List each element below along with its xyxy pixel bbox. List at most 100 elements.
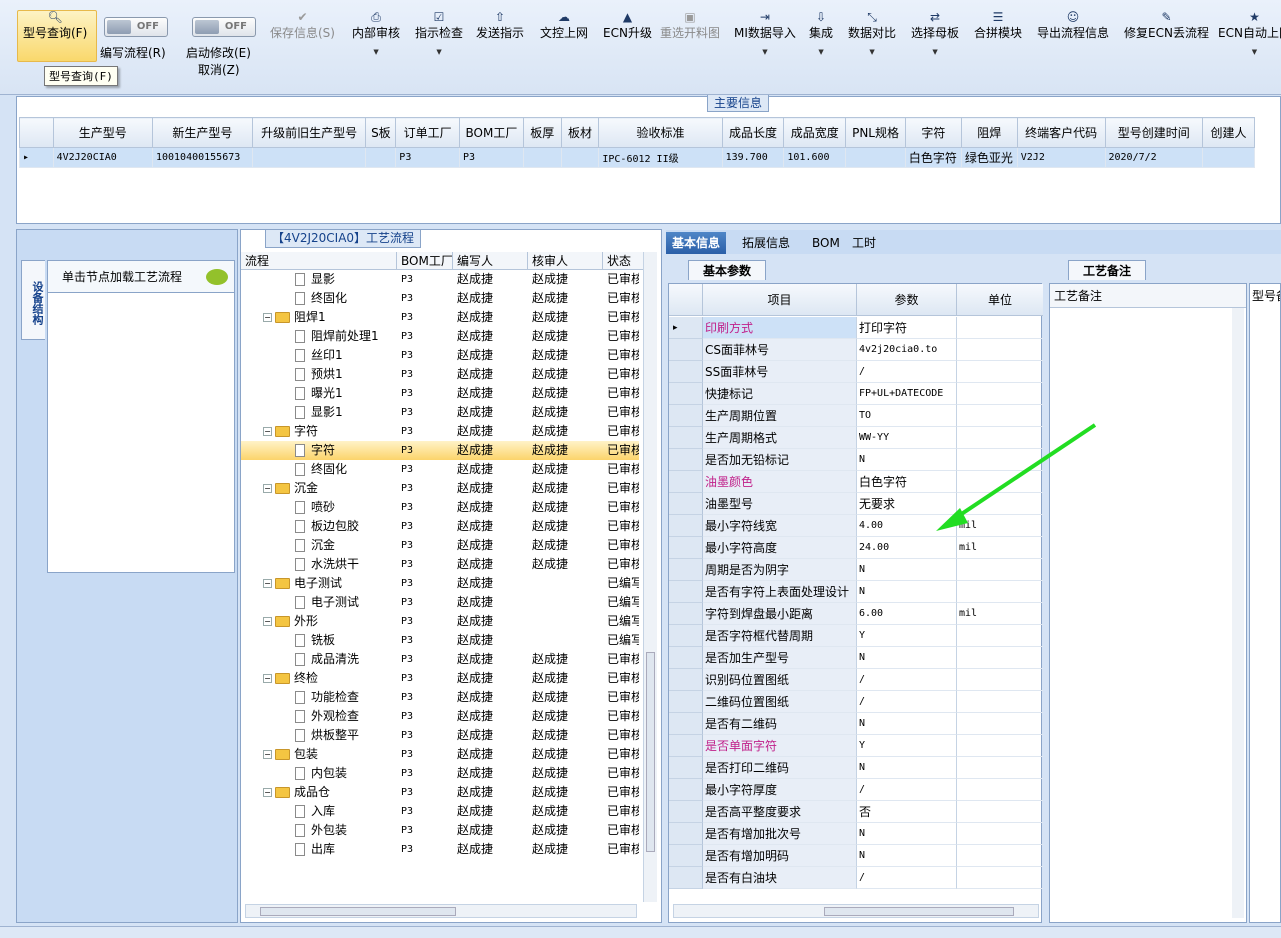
column-header[interactable]: BOM工厂 — [459, 117, 524, 148]
flow-tree-item[interactable]: − 包装 P3 赵成捷 赵成捷 已审核 — [241, 745, 639, 764]
column-header[interactable]: 板厚 — [522, 117, 562, 148]
tab-process-notes[interactable]: 工艺备注 — [1068, 260, 1147, 280]
param-row[interactable]: 最小字符厚度 / — [669, 779, 1043, 801]
flow-tree[interactable]: 显影 P3 赵成捷 赵成捷 已审核 终固化 P3 赵成捷 赵成捷 已审核 − 阻焊1 P3 赵成捷 赵成捷已… — [241, 270, 639, 902]
column-header[interactable]: 型号创建时间 — [1104, 117, 1204, 148]
write-flow-toggle[interactable]: OFF — [104, 17, 168, 37]
flow-tree-item[interactable]: 内包装 P3 赵成捷 赵成捷 已审核 — [241, 764, 639, 783]
column-header[interactable]: S板 — [365, 117, 397, 148]
table-cell[interactable] — [251, 147, 367, 168]
table-row[interactable]: ▸ 4V2J20CIA0 10010400155673 P3 P3 IPC-6012 II… — [19, 147, 1255, 168]
flow-hscroll[interactable] — [245, 904, 637, 918]
param-row[interactable]: 字符到焊盘最小距离 6.00 mil — [669, 603, 1043, 625]
save-button[interactable]: ✔ 保存信息(S) — [270, 10, 335, 42]
param-rows[interactable]: ▸ 印刷方式 打印字符 CS面菲林号 4v2j20cia0.to SS面菲林号 / 快捷标记 F… — [669, 317, 1043, 889]
data-compare-button[interactable]: ⤡ 数据对比 ▼ — [848, 10, 896, 56]
flow-tree-item[interactable]: − 沉金 P3 赵成捷 赵成捷 已审核 — [241, 479, 639, 498]
column-header[interactable]: 终端客户代码 — [1016, 117, 1106, 148]
flow-tree-item[interactable]: 烘板整平 P3 赵成捷 赵成捷 已审核 — [241, 726, 639, 745]
table-cell[interactable]: 4V2J20CIA0 — [52, 147, 153, 168]
flow-tree-item[interactable]: 外包装 P3 赵成捷 赵成捷 已审核 — [241, 821, 639, 840]
cancel-button[interactable]: 取消(Z) — [198, 61, 240, 78]
equipment-tree[interactable]: 单击节点加载工艺流程 — [47, 260, 235, 573]
column-header[interactable]: 生产型号 — [52, 117, 153, 148]
param-row[interactable]: 是否有增加明码 N — [669, 845, 1043, 867]
table-cell[interactable]: 绿色亚光 — [960, 147, 1018, 168]
column-header[interactable]: 升级前旧生产型号 — [251, 117, 367, 148]
tab-basic-info[interactable]: 基本信息 — [666, 232, 727, 254]
param-row[interactable]: CS面菲林号 4v2j20cia0.to — [669, 339, 1043, 361]
flow-tree-item[interactable]: 丝印1 P3 赵成捷 赵成捷 已审核 — [241, 346, 639, 365]
start-modify-toggle[interactable]: OFF — [192, 17, 256, 37]
tab-basic-params[interactable]: 基本参数 — [688, 260, 767, 280]
param-row[interactable]: 快捷标记 FP+UL+DATECODE — [669, 383, 1043, 405]
param-row[interactable]: 是否打印二维码 N — [669, 757, 1043, 779]
flow-tree-item[interactable]: 喷砂 P3 赵成捷 赵成捷 已审核 — [241, 498, 639, 517]
param-row[interactable]: 是否高平整度要求否 — [669, 801, 1043, 823]
column-header[interactable]: PNL规格 — [845, 117, 906, 148]
flow-tree-item[interactable]: 字符 P3 赵成捷 赵成捷 已审核 — [241, 441, 639, 460]
flow-tree-item[interactable]: 曝光1 P3 赵成捷 赵成捷 已审核 — [241, 384, 639, 403]
flow-tree-item[interactable]: 铣板 P3 赵成捷 已编写 — [241, 631, 639, 650]
column-header[interactable]: 新生产型号 — [151, 117, 253, 148]
table-cell[interactable]: P3 — [459, 147, 524, 168]
flow-tree-item[interactable]: 沉金 P3 赵成捷 赵成捷 已审核 — [241, 536, 639, 555]
param-row[interactable]: SS面菲林号 / — [669, 361, 1043, 383]
flow-tree-item[interactable]: 电子测试 P3 赵成捷 已编写 — [241, 593, 639, 612]
flow-tree-item[interactable]: 预烘1 P3 赵成捷 赵成捷 已审核 — [241, 365, 639, 384]
param-row[interactable]: 是否有白油块 / — [669, 867, 1043, 889]
start-modify-label[interactable]: 启动修改(E) — [186, 44, 251, 61]
flow-column-header[interactable]: 流程 — [241, 252, 397, 269]
flow-tree-item[interactable]: 外观检查 P3 赵成捷 赵成捷 已审核 — [241, 707, 639, 726]
flow-column-header[interactable]: 编写人 — [453, 252, 528, 269]
mi-import-button[interactable]: ⇥ MI数据导入 ▼ — [734, 10, 796, 56]
param-row[interactable]: ▸ 印刷方式 打印字符 — [669, 317, 1043, 339]
flow-tree-item[interactable]: 终固化 P3 赵成捷 赵成捷 已审核 — [241, 289, 639, 308]
ecn-upgrade-button[interactable]: ▲ ECN升级 — [603, 10, 652, 42]
select-mother-button[interactable]: ⇄ 选择母板 ▼ — [911, 10, 959, 56]
flow-tree-item[interactable]: 显影1 P3 赵成捷 赵成捷 已审核 — [241, 403, 639, 422]
table-cell[interactable] — [1202, 147, 1255, 168]
tab-bom[interactable]: BOM — [806, 232, 846, 254]
fix-ecn-button[interactable]: ✎ 修复ECN丢流程 — [1124, 10, 1209, 42]
param-row[interactable]: 是否单面字符 Y — [669, 735, 1043, 757]
flow-tree-item[interactable]: − 终检 P3 赵成捷 赵成捷 已审核 — [241, 669, 639, 688]
table-cell[interactable]: 10010400155673 — [151, 147, 253, 168]
reselect-cut-button[interactable]: ▣ 重选开料图 — [660, 10, 720, 42]
query-button[interactable]: 🔍︎ 型号查询(F) — [23, 10, 87, 42]
table-cell[interactable]: 101.600 — [783, 147, 847, 168]
flow-tree-item[interactable]: − 阻焊1 P3 赵成捷 赵成捷 已审核 — [241, 308, 639, 327]
table-cell[interactable]: 139.700 — [721, 147, 785, 168]
table-cell[interactable] — [522, 147, 562, 168]
param-row[interactable]: 二维码位置图纸 / — [669, 691, 1043, 713]
table-cell[interactable]: V2J2 — [1016, 147, 1106, 168]
table-cell[interactable] — [365, 147, 397, 168]
column-header[interactable]: 阻焊 — [960, 117, 1018, 148]
flow-tree-item[interactable]: 功能检查 P3 赵成捷 赵成捷 已审核 — [241, 688, 639, 707]
flow-tree-item[interactable]: 阻焊前处理1 P3 赵成捷 赵成捷 已审核 — [241, 327, 639, 346]
column-header[interactable]: 验收标准 — [598, 117, 723, 148]
export-flow-button[interactable]: ☺ 导出流程信息 — [1037, 10, 1109, 42]
instruct-check-button[interactable]: ☑ 指示检查 ▼ — [415, 10, 463, 56]
column-header[interactable]: 订单工厂 — [395, 117, 461, 148]
table-cell[interactable] — [845, 147, 906, 168]
flow-tree-item[interactable]: − 字符 P3 赵成捷 赵成捷 已审核 — [241, 422, 639, 441]
param-row[interactable]: 周期是否为阴字 N — [669, 559, 1043, 581]
flow-column-header[interactable]: 核审人 — [528, 252, 603, 269]
flow-tree-item[interactable]: − 外形 P3 赵成捷 已编写 — [241, 612, 639, 631]
flow-tree-item[interactable]: 入库 P3 赵成捷 赵成捷 已审核 — [241, 802, 639, 821]
write-flow-label[interactable]: 编写流程(R) — [100, 44, 166, 61]
equipment-tab[interactable]: 设备结构 — [21, 260, 45, 340]
param-row[interactable]: 是否有二维码 N — [669, 713, 1043, 735]
param-row[interactable]: 最小字符高度 24.00 mil — [669, 537, 1043, 559]
column-header[interactable]: 创建人 — [1202, 117, 1255, 148]
flow-tree-item[interactable]: − 成品仓 P3 赵成捷 赵成捷 已审核 — [241, 783, 639, 802]
param-row[interactable]: 是否有字符上表面处理设计 N — [669, 581, 1043, 603]
table-cell[interactable]: P3 — [395, 147, 461, 168]
table-cell[interactable]: IPC-6012 II级 — [598, 147, 723, 168]
flow-column-header[interactable]: BOM工厂 — [397, 252, 453, 269]
flow-tree-item[interactable]: 显影 P3 赵成捷 赵成捷 已审核 — [241, 270, 639, 289]
table-cell[interactable]: 白色字符 — [904, 147, 962, 168]
param-hscroll[interactable] — [673, 904, 1039, 918]
column-header[interactable]: 成品宽度 — [783, 117, 847, 148]
